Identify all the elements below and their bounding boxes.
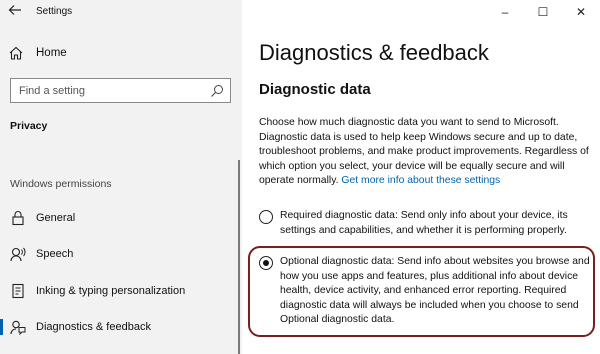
required-data-label: Required diagnostic data: Send only info… [280,210,568,236]
minimize-button[interactable]: – [486,0,524,24]
description-text: Choose how much diagnostic data you want… [259,116,597,189]
sidebar-item-diagnostics[interactable]: Diagnostics & feedback [0,313,242,341]
sidebar-item-label: Speech [36,248,74,260]
optional-data-radio[interactable] [259,256,273,270]
home-nav-item[interactable]: Home [8,45,67,61]
windows-permissions-heading: Windows permissions [10,178,112,190]
content-pane: – ☐ ✕ Diagnostics & feedback Diagnostic … [242,0,600,354]
sidebar-item-speech[interactable]: Speech [0,240,242,268]
selected-indicator [0,319,3,335]
search-input[interactable] [11,79,201,102]
section-title: Diagnostic data [259,81,371,98]
speech-icon [10,246,26,262]
back-arrow-icon[interactable] [8,3,24,21]
sidebar-scrollbar[interactable] [238,160,240,354]
close-button[interactable]: ✕ [562,0,600,24]
home-label: Home [36,47,67,59]
maximize-button[interactable]: ☐ [524,0,562,24]
privacy-section-title: Privacy [10,120,48,132]
optional-data-label: Optional diagnostic data: Send info abou… [280,256,590,325]
search-box[interactable] [10,78,231,103]
feedback-icon [10,319,26,336]
page-title: Diagnostics & feedback [259,40,489,65]
more-info-link[interactable]: Get more info about these settings [341,175,500,186]
required-data-option[interactable]: Required diagnostic data: Send only info… [259,209,594,238]
search-icon[interactable] [210,84,224,98]
required-data-radio[interactable] [259,210,273,224]
optional-data-option[interactable]: Optional diagnostic data: Send info abou… [259,255,594,328]
lock-icon [10,210,26,226]
settings-sidebar: Settings Home Privacy Windows permission… [0,0,242,354]
sidebar-item-label: Diagnostics & feedback [36,321,151,333]
sidebar-item-label: Inking & typing personalization [36,285,186,297]
sidebar-item-inking[interactable]: Inking & typing personalization [0,277,242,305]
window-controls: – ☐ ✕ [486,0,600,24]
app-title: Settings [36,6,73,17]
home-icon [8,45,24,61]
sidebar-item-label: General [36,212,76,224]
inking-icon [10,283,26,299]
sidebar-item-general[interactable]: General [0,204,242,232]
